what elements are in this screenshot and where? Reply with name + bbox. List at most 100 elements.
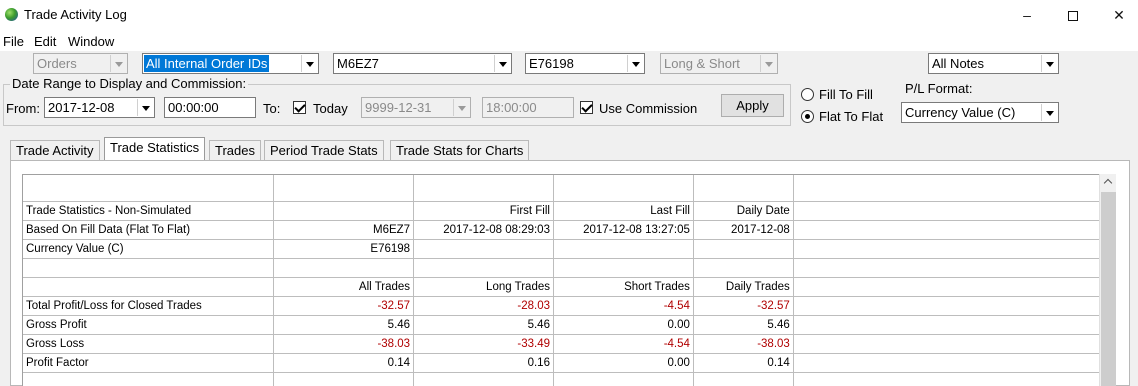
table-cell: M6EZ7	[273, 220, 415, 240]
vertical-scrollbar[interactable]	[1099, 174, 1116, 386]
table-cell	[553, 175, 694, 202]
from-date-value: 2017-12-08	[48, 100, 115, 115]
fill-to-fill-label: Fill To Fill	[819, 87, 873, 102]
today-label: Today	[313, 101, 348, 116]
table-cell: Profit Factor	[23, 353, 275, 373]
pl-format-label: P/L Format:	[905, 81, 973, 96]
account-dropdown[interactable]: E76198	[525, 53, 645, 74]
chevron-down-icon	[760, 55, 776, 72]
table-cell: 0.00	[553, 315, 694, 335]
table-cell: Based On Fill Data (Flat To Flat)	[23, 220, 275, 240]
table-cell	[693, 239, 794, 259]
tab-trade-activity[interactable]: Trade Activity	[10, 140, 100, 160]
table-cell: -32.57	[273, 296, 415, 316]
tab-trades[interactable]: Trades	[209, 140, 261, 160]
from-time-input[interactable]: 00:00:00	[164, 97, 256, 118]
notes-dropdown[interactable]: All Notes	[928, 53, 1059, 74]
table-cell	[693, 258, 794, 278]
table-cell: Gross Profit	[23, 315, 275, 335]
table-row	[23, 372, 1100, 386]
table-cell: -28.03	[413, 296, 554, 316]
flat-to-flat-radio[interactable]	[801, 110, 814, 123]
table-row: Currency Value (C) E76198	[23, 239, 1100, 259]
title-bar: Trade Activity Log – ✕	[0, 0, 1138, 31]
fill-to-fill-radio[interactable]	[801, 88, 814, 101]
notes-dropdown-value: All Notes	[932, 56, 985, 71]
scroll-up-icon[interactable]	[1100, 174, 1117, 191]
table-cell: Daily Trades	[693, 277, 794, 297]
table-cell	[273, 175, 415, 202]
date-range-legend: Date Range to Display and Commission:	[10, 76, 249, 91]
maximize-button[interactable]	[1050, 0, 1096, 31]
table-cell	[23, 372, 275, 386]
direction-dropdown[interactable]: Long & Short	[660, 53, 778, 74]
order-ids-dropdown[interactable]: All Internal Order IDs	[142, 53, 319, 74]
close-button[interactable]: ✕	[1096, 0, 1138, 31]
minimize-button[interactable]: –	[1004, 0, 1050, 31]
table-cell: 5.46	[413, 315, 554, 335]
stats-table: Trade Statistics - Non-Simulated First Fi…	[23, 175, 1100, 386]
table-cell	[273, 372, 415, 386]
table-cell	[553, 372, 694, 386]
menu-window[interactable]: Window	[68, 34, 114, 49]
table-cell: -4.54	[553, 334, 694, 354]
from-date-picker[interactable]: 2017-12-08	[44, 97, 155, 118]
tab-period-trade-stats[interactable]: Period Trade Stats	[264, 140, 384, 160]
use-commission-label: Use Commission	[599, 101, 698, 116]
chevron-down-icon	[453, 99, 469, 116]
apply-button[interactable]: Apply	[721, 94, 784, 117]
orders-dropdown[interactable]: Orders	[33, 53, 128, 74]
menu-edit[interactable]: Edit	[34, 34, 56, 49]
tab-trade-stats-for-charts[interactable]: Trade Stats for Charts	[390, 140, 530, 160]
table-cell: All Trades	[273, 277, 415, 297]
menu-bar: File Edit Window	[0, 31, 1138, 51]
table-cell	[413, 239, 554, 259]
table-cell	[273, 258, 415, 278]
table-cell: E76198	[273, 239, 415, 259]
trade-statistics-grid[interactable]: Trade Statistics - Non-Simulated First Fi…	[22, 174, 1100, 386]
table-row: Trade Statistics - Non-Simulated First Fi…	[23, 201, 1100, 221]
table-cell	[693, 175, 794, 202]
tab-trade-statistics[interactable]: Trade Statistics	[104, 137, 206, 160]
from-label: From:	[6, 101, 40, 116]
window-title: Trade Activity Log	[24, 7, 127, 22]
table-cell	[793, 220, 1100, 240]
table-cell	[413, 175, 554, 202]
table-cell	[793, 296, 1100, 316]
pl-format-dropdown[interactable]: Currency Value (C)	[901, 102, 1059, 123]
table-row: All Trades Long Trades Short Trades Daily T…	[23, 277, 1100, 297]
table-cell	[23, 175, 275, 202]
to-time-input[interactable]: 18:00:00	[482, 97, 574, 118]
orders-dropdown-value: Orders	[37, 56, 77, 71]
table-cell: 5.46	[693, 315, 794, 335]
account-dropdown-value: E76198	[529, 56, 574, 71]
table-cell	[793, 372, 1100, 386]
to-date-picker[interactable]: 9999-12-31	[361, 97, 471, 118]
order-ids-dropdown-value: All Internal Order IDs	[144, 55, 270, 72]
table-cell	[553, 258, 694, 278]
table-cell	[23, 277, 275, 297]
table-cell: 2017-12-08	[693, 220, 794, 240]
chevron-down-icon	[137, 99, 153, 116]
scroll-thumb[interactable]	[1101, 192, 1116, 386]
table-cell	[793, 277, 1100, 297]
table-cell: Last Fill	[553, 201, 694, 221]
menu-file[interactable]: File	[3, 34, 24, 49]
table-row	[23, 258, 1100, 278]
pl-format-value: Currency Value (C)	[905, 105, 1016, 120]
table-cell: First Fill	[413, 201, 554, 221]
symbol-dropdown[interactable]: M6EZ7	[333, 53, 512, 74]
to-label: To:	[263, 101, 281, 116]
chevron-down-icon	[1041, 55, 1057, 72]
chevron-down-icon	[110, 55, 126, 72]
table-cell: -38.03	[273, 334, 415, 354]
table-cell	[793, 315, 1100, 335]
table-cell: 0.14	[693, 353, 794, 373]
table-cell: Currency Value (C)	[23, 239, 275, 259]
use-commission-checkbox[interactable]	[580, 101, 593, 114]
today-checkbox[interactable]	[293, 101, 306, 114]
maximize-icon	[1068, 11, 1078, 22]
table-cell	[793, 334, 1100, 354]
table-cell: Long Trades	[413, 277, 554, 297]
close-icon: ✕	[1113, 7, 1125, 23]
